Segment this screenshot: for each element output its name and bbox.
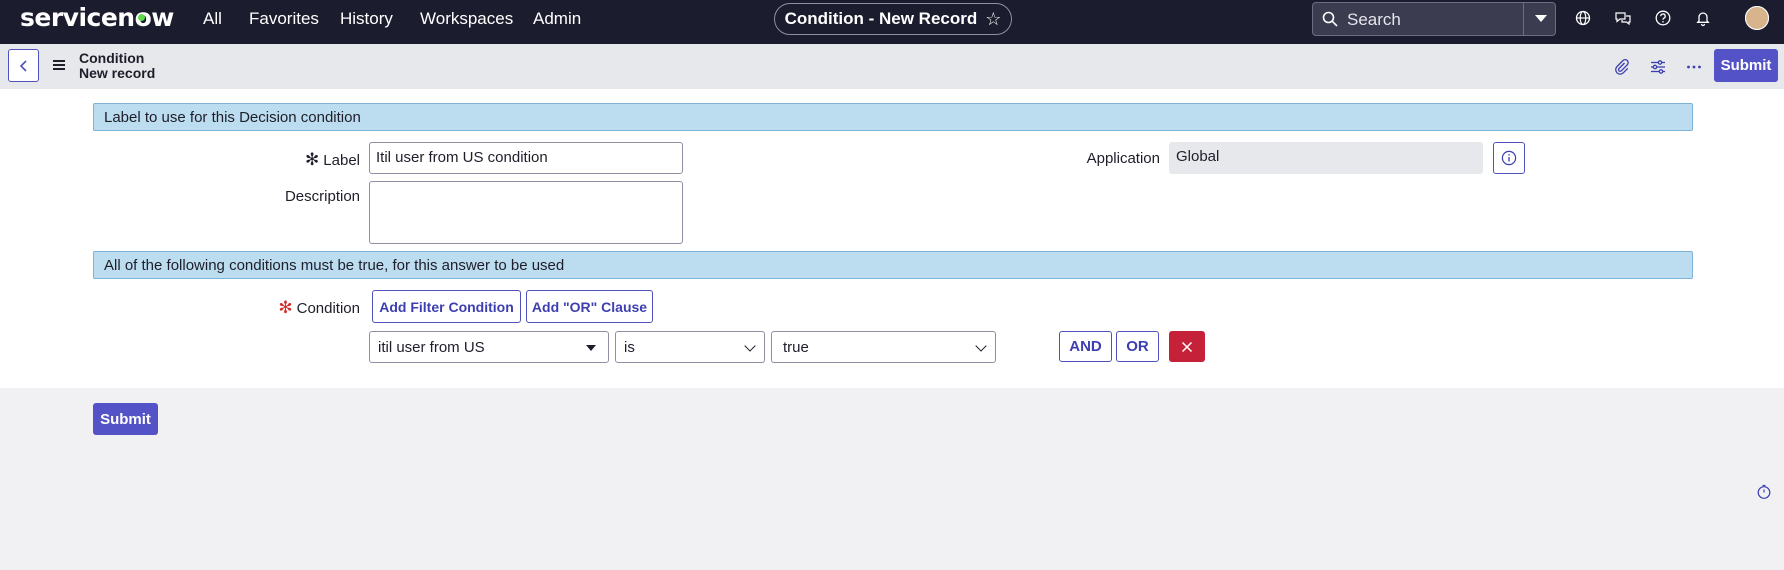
record-title: Condition - New Record xyxy=(784,9,978,28)
description-textarea[interactable] xyxy=(369,181,683,244)
record-title-block: Condition New record xyxy=(79,51,155,81)
condition-field-text: Condition xyxy=(296,300,360,317)
chat-icon[interactable] xyxy=(1614,9,1632,27)
record-header: Condition New record Submit xyxy=(0,44,1784,89)
submit-button-top[interactable]: Submit xyxy=(1714,49,1778,82)
condition-operator-value: is xyxy=(624,339,635,356)
condition-field-select[interactable]: itil user from US xyxy=(369,331,609,363)
more-icon[interactable] xyxy=(1685,58,1703,76)
top-navigation-bar: servicenow All Favorites History Workspa… xyxy=(0,0,1784,44)
nav-admin[interactable]: Admin xyxy=(533,9,581,29)
mandatory-indicator-icon: ✻ xyxy=(278,298,293,317)
or-button[interactable]: OR xyxy=(1116,331,1159,362)
condition-operator-select[interactable]: is xyxy=(615,331,765,363)
condition-form: Label to use for this Decision condition… xyxy=(0,89,1784,388)
record-table-name: Condition xyxy=(79,50,145,66)
sliders-icon[interactable] xyxy=(1649,58,1667,76)
condition-value: true xyxy=(783,339,809,356)
search-divider xyxy=(1523,3,1524,35)
nav-favorites[interactable]: Favorites xyxy=(249,9,319,29)
condition-field-label: ✻ Condition xyxy=(250,298,360,318)
condition-value-select[interactable]: true xyxy=(771,331,996,363)
description-field-label: Description xyxy=(284,188,360,205)
record-subtitle: New record xyxy=(79,65,156,81)
paperclip-icon[interactable] xyxy=(1613,58,1631,76)
presence-status-dot xyxy=(1745,6,1769,30)
close-icon xyxy=(1181,341,1193,352)
section-header-conditions: All of the following conditions must be … xyxy=(93,251,1693,279)
label-field-text: Label xyxy=(323,152,360,169)
label-input[interactable]: Itil user from US condition xyxy=(369,142,683,174)
delete-condition-button[interactable] xyxy=(1169,331,1205,362)
search-scope-dropdown[interactable] xyxy=(1535,15,1547,22)
back-button[interactable] xyxy=(8,49,39,82)
submit-button-bottom[interactable]: Submit xyxy=(93,403,158,435)
chevron-down-icon xyxy=(744,340,756,352)
application-readonly-field: Global xyxy=(1169,142,1483,174)
add-filter-condition-button[interactable]: Add Filter Condition xyxy=(372,290,521,323)
info-icon xyxy=(1501,150,1517,166)
nav-history[interactable]: History xyxy=(340,9,393,29)
application-info-button[interactable] xyxy=(1493,142,1525,174)
nav-workspaces[interactable]: Workspaces xyxy=(420,9,513,29)
label-field-label: ✻ Label xyxy=(250,150,360,170)
search-input[interactable]: Search xyxy=(1347,10,1401,30)
and-button[interactable]: AND xyxy=(1059,331,1112,362)
search-icon xyxy=(1322,11,1338,27)
chevron-left-icon xyxy=(19,59,27,72)
help-icon[interactable] xyxy=(1654,9,1672,27)
global-search[interactable]: Search xyxy=(1312,2,1556,36)
dropdown-caret-icon xyxy=(586,345,596,351)
chevron-down-icon xyxy=(975,340,987,352)
star-icon[interactable]: ☆ xyxy=(985,9,1001,30)
mandatory-indicator-icon: ✻ xyxy=(305,150,320,169)
nav-all[interactable]: All xyxy=(203,9,222,29)
section-header-label: Label to use for this Decision condition xyxy=(93,103,1693,131)
servicenow-logo[interactable]: servicenow xyxy=(20,3,174,32)
add-or-clause-button[interactable]: Add "OR" Clause xyxy=(526,290,653,323)
condition-field-value: itil user from US xyxy=(378,339,485,356)
application-field-label: Application xyxy=(1086,150,1160,167)
timer-icon[interactable] xyxy=(1756,484,1772,500)
globe-icon[interactable] xyxy=(1574,9,1592,27)
context-menu-icon[interactable] xyxy=(53,60,65,72)
record-title-pill[interactable]: Condition - New Record ☆ xyxy=(774,3,1012,35)
bell-icon[interactable] xyxy=(1694,9,1712,27)
